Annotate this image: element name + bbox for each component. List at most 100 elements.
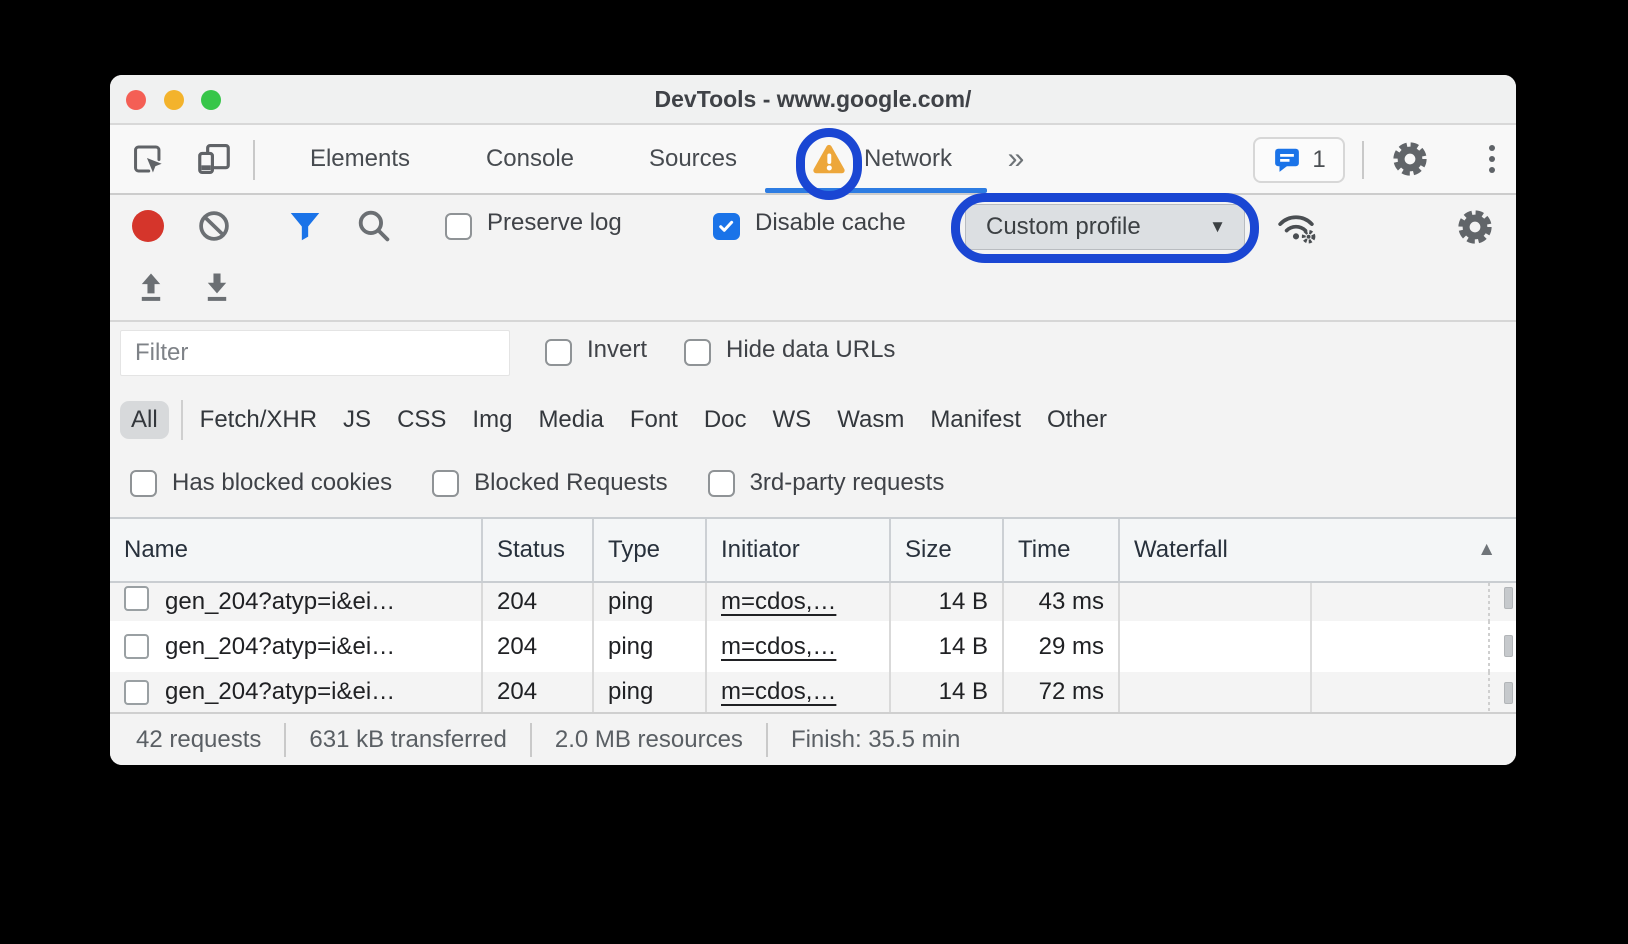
select-arrow-icon: ▼ [1209, 217, 1226, 237]
waterfall-cell [1120, 672, 1516, 712]
type-filter-fetch-xhr[interactable]: Fetch/XHR [200, 406, 317, 434]
invert-label: Invert [587, 336, 647, 364]
request-type: ping [594, 583, 707, 621]
blocked-requests-checkbox[interactable]: Blocked Requests [432, 469, 667, 497]
tab-elements[interactable]: Elements [305, 125, 415, 193]
request-time: 43 ms [1004, 583, 1120, 621]
waterfall-bar [1504, 635, 1513, 657]
third-party-requests-checkbox[interactable]: 3rd-party requests [708, 469, 945, 497]
divider [1362, 141, 1364, 179]
request-name: gen_204?atyp=i&ei… [165, 678, 395, 706]
request-time: 29 ms [1004, 621, 1120, 672]
has-blocked-cookies-checkbox[interactable]: Has blocked cookies [130, 469, 392, 497]
window-title: DevTools - www.google.com/ [110, 75, 1516, 123]
download-icon [200, 270, 234, 304]
row-checkbox[interactable] [124, 586, 149, 611]
resource-type-filters: All Fetch/XHR JS CSS Img Media Font Doc … [118, 388, 1120, 452]
column-header-name[interactable]: Name [110, 519, 483, 581]
issues-count: 1 [1312, 146, 1325, 174]
wifi-gear-icon [1275, 209, 1317, 245]
tab-console[interactable]: Console [475, 125, 585, 193]
type-filter-img[interactable]: Img [472, 406, 512, 434]
upload-icon [134, 270, 168, 304]
import-har-button[interactable] [134, 270, 168, 304]
column-header-size[interactable]: Size [891, 519, 1004, 581]
requests-table-body: gen_204?atyp=i&ei… 204 ping m=cdos,… 14 … [110, 583, 1516, 712]
chat-bubble-icon [1272, 145, 1302, 175]
network-settings-gear-icon[interactable] [1456, 208, 1494, 246]
tab-sources[interactable]: Sources [633, 125, 753, 193]
tab-network[interactable]: Network [848, 125, 968, 193]
request-name: gen_204?atyp=i&ei… [165, 588, 395, 616]
type-filter-ws[interactable]: WS [773, 406, 812, 434]
issues-counter-button[interactable]: 1 [1253, 137, 1345, 183]
transferred-size: 631 kB transferred [286, 726, 529, 754]
chevron-double-right-icon: » [1008, 142, 1025, 176]
clear-button[interactable] [196, 208, 232, 244]
type-filter-other[interactable]: Other [1047, 406, 1107, 434]
divider [253, 140, 255, 180]
preserve-log-checkbox[interactable] [445, 213, 472, 240]
settings-gear-icon[interactable] [1390, 125, 1430, 193]
record-icon [132, 210, 164, 242]
invert-checkbox[interactable] [545, 339, 572, 366]
column-header-waterfall[interactable]: Waterfall ▲ [1120, 519, 1516, 581]
search-button[interactable] [355, 207, 392, 244]
network-conditions-button[interactable] [1275, 209, 1317, 245]
export-har-button[interactable] [200, 270, 234, 304]
request-size: 14 B [891, 583, 1004, 621]
disable-cache-label[interactable]: Disable cache [755, 209, 906, 237]
request-initiator-link[interactable]: m=cdos,… [721, 678, 836, 706]
filter-toggle-button[interactable] [286, 207, 324, 245]
record-button[interactable] [132, 210, 164, 242]
warning-icon [810, 125, 848, 193]
type-filter-font[interactable]: Font [630, 406, 678, 434]
table-row[interactable]: gen_204?atyp=i&ei… 204 ping m=cdos,… 14 … [110, 672, 1516, 712]
block-icon [196, 208, 232, 244]
title-bar: DevTools - www.google.com/ [110, 75, 1516, 125]
request-time: 72 ms [1004, 672, 1120, 712]
column-header-type[interactable]: Type [594, 519, 707, 581]
divider [181, 400, 183, 440]
har-toolbar [110, 258, 1516, 322]
request-status: 204 [483, 672, 594, 712]
request-initiator-link[interactable]: m=cdos,… [721, 588, 836, 616]
hide-data-urls-checkbox[interactable] [684, 339, 711, 366]
summary-status-bar: 42 requests 631 kB transferred 2.0 MB re… [110, 712, 1516, 765]
request-filter-checkboxes: Has blocked cookies Blocked Requests 3rd… [130, 455, 944, 511]
column-header-initiator[interactable]: Initiator [707, 519, 891, 581]
funnel-icon [286, 207, 324, 245]
more-tabs-button[interactable]: » [995, 125, 1037, 193]
hide-data-urls-label: Hide data URLs [726, 336, 895, 364]
type-filter-manifest[interactable]: Manifest [930, 406, 1021, 434]
filter-input[interactable] [120, 330, 510, 376]
row-checkbox[interactable] [124, 634, 149, 659]
type-filter-all[interactable]: All [120, 401, 169, 439]
type-filter-css[interactable]: CSS [397, 406, 446, 434]
type-filter-doc[interactable]: Doc [704, 406, 747, 434]
request-type: ping [594, 621, 707, 672]
preserve-log-label[interactable]: Preserve log [487, 209, 622, 237]
waterfall-bar [1504, 682, 1513, 704]
request-status: 204 [483, 621, 594, 672]
type-filter-media[interactable]: Media [538, 406, 603, 434]
waterfall-cell [1120, 583, 1516, 621]
disable-cache-checkbox[interactable] [713, 213, 740, 240]
request-initiator-link[interactable]: m=cdos,… [721, 633, 836, 661]
waterfall-bar [1504, 587, 1513, 609]
waterfall-cell [1120, 621, 1516, 672]
inspect-element-icon[interactable] [128, 125, 168, 193]
devtools-tab-bar: Elements Console Sources Network » [110, 125, 1516, 195]
table-row[interactable]: gen_204?atyp=i&ei… 204 ping m=cdos,… 14 … [110, 583, 1516, 621]
selected-profile: Custom profile [986, 213, 1141, 241]
device-toolbar-icon[interactable] [194, 125, 234, 193]
throttling-profile-select[interactable]: Custom profile ▼ [965, 204, 1245, 250]
row-checkbox[interactable] [124, 680, 149, 705]
table-row[interactable]: gen_204?atyp=i&ei… 204 ping m=cdos,… 14 … [110, 621, 1516, 672]
kebab-menu-icon[interactable] [1478, 125, 1506, 193]
type-filter-wasm[interactable]: Wasm [837, 406, 904, 434]
column-header-time[interactable]: Time [1004, 519, 1120, 581]
type-filter-js[interactable]: JS [343, 406, 371, 434]
sort-ascending-icon: ▲ [1477, 539, 1496, 561]
column-header-status[interactable]: Status [483, 519, 594, 581]
